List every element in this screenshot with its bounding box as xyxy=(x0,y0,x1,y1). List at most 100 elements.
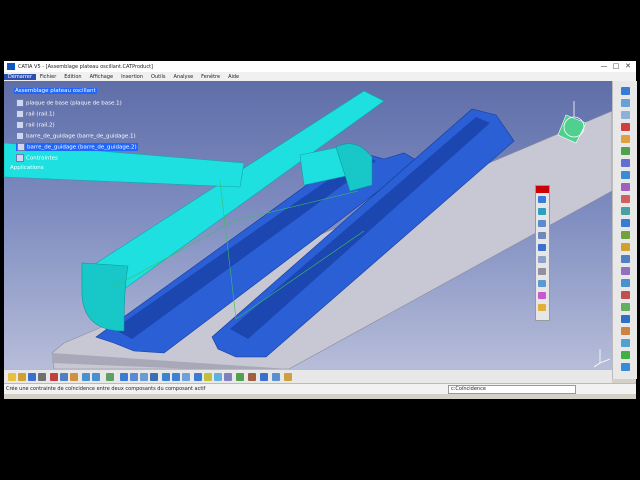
fly-mode-icon[interactable] xyxy=(120,373,128,381)
zoom-in-icon[interactable] xyxy=(162,373,170,381)
pan-icon[interactable] xyxy=(140,373,148,381)
3d-viewport[interactable]: Assemblage plateau oscillant plaque de b… xyxy=(4,81,612,369)
tree-root[interactable]: Assemblage plateau oscillant xyxy=(14,88,97,94)
new-file-icon[interactable] xyxy=(8,373,16,381)
assembly-scene[interactable] xyxy=(4,81,612,369)
status-message: Crée une contrainte de coïncidence entre… xyxy=(6,386,206,392)
angle-constraint-icon[interactable] xyxy=(538,232,546,239)
rotate-icon[interactable] xyxy=(150,373,158,381)
tree-item-applications[interactable]: Applications xyxy=(10,165,44,171)
hide-show-icon[interactable] xyxy=(214,373,222,381)
scene-icon[interactable] xyxy=(621,255,630,263)
part-icon xyxy=(16,110,24,118)
part-icon xyxy=(16,132,24,140)
print-icon[interactable] xyxy=(38,373,46,381)
maximize-button[interactable]: □ xyxy=(610,61,622,72)
view-icon[interactable] xyxy=(621,339,630,347)
menu-edition[interactable]: Edition xyxy=(60,74,85,80)
tree-item-barre-guidage-2[interactable]: barre_de_guidage (barre_de_guidage.2) xyxy=(16,143,138,151)
fit-all-icon[interactable] xyxy=(130,373,138,381)
snap-icon[interactable] xyxy=(621,171,630,179)
section-icon[interactable] xyxy=(621,219,630,227)
window-title: CATIA V5 - [Assemblage plateau oscillant… xyxy=(18,63,154,70)
menu-outils[interactable]: Outils xyxy=(147,74,169,80)
menu-fichier[interactable]: Fichier xyxy=(36,74,60,80)
apply-material-icon[interactable] xyxy=(621,351,630,359)
product-icon[interactable] xyxy=(621,87,630,95)
replace-component-icon[interactable] xyxy=(621,135,630,143)
open-file-icon[interactable] xyxy=(18,373,26,381)
quick-constraint-icon[interactable] xyxy=(538,268,546,275)
clash-icon[interactable] xyxy=(621,195,630,203)
part-icon xyxy=(17,143,25,151)
axis-triad-icon xyxy=(593,349,611,368)
graph-tree-icon[interactable] xyxy=(621,147,630,155)
tree-item-rail-1[interactable]: rail (rail.1) xyxy=(16,110,55,118)
tree-item-rail-2[interactable]: rail (rail.2) xyxy=(16,121,55,129)
zoom-out-icon[interactable] xyxy=(172,373,180,381)
flexible-rigid-icon[interactable] xyxy=(538,280,546,287)
measure-between-icon[interactable] xyxy=(272,373,280,381)
minimize-button[interactable]: — xyxy=(598,61,610,72)
update-icon[interactable] xyxy=(621,303,630,311)
undo-icon[interactable] xyxy=(82,373,90,381)
guide-bar-1-end xyxy=(81,262,129,332)
explode-icon[interactable] xyxy=(621,183,630,191)
swap-space-icon[interactable] xyxy=(224,373,232,381)
tree-item-contraintes[interactable]: Contraintes xyxy=(16,154,58,162)
manipulation-icon[interactable] xyxy=(621,159,630,167)
bom-icon[interactable] xyxy=(621,291,630,299)
menu-aide[interactable]: Aide xyxy=(224,74,243,80)
sketch-icon[interactable] xyxy=(621,231,630,239)
catia-logo-icon xyxy=(7,63,15,70)
render-style-icon[interactable] xyxy=(621,327,630,335)
part-insert-icon[interactable] xyxy=(621,99,630,107)
tree-item-plaque-base[interactable]: plaque de base (plaque de base.1) xyxy=(16,99,122,107)
existing-component-icon[interactable] xyxy=(621,123,630,131)
shading-icon[interactable] xyxy=(204,373,212,381)
bottom-toolbar xyxy=(4,369,612,384)
copy-icon[interactable] xyxy=(60,373,68,381)
toolbar-close-icon[interactable] xyxy=(536,186,549,193)
paste-icon[interactable] xyxy=(70,373,78,381)
assembly-constraints-toolbar xyxy=(535,185,550,321)
constraints-icon xyxy=(16,154,24,162)
render-icon[interactable] xyxy=(621,315,630,323)
normal-view-icon[interactable] xyxy=(182,373,190,381)
catalog-browser-icon[interactable] xyxy=(260,373,268,381)
part-icon xyxy=(16,121,24,129)
offset-constraint-icon[interactable] xyxy=(538,220,546,227)
apply-material-icon[interactable] xyxy=(284,373,292,381)
menu-affichage[interactable]: Affichage xyxy=(86,74,118,80)
formula-icon[interactable] xyxy=(248,373,256,381)
fix-together-icon[interactable] xyxy=(538,256,546,263)
iso-view-icon[interactable] xyxy=(194,373,202,381)
contact-constraint-icon[interactable] xyxy=(538,208,546,215)
right-toolbar xyxy=(612,81,637,379)
tree-item-barre-guidage-1[interactable]: barre_de_guidage (barre_de_guidage.1) xyxy=(16,132,136,140)
catia-window: CATIA V5 - [Assemblage plateau oscillant… xyxy=(4,61,637,399)
coincidence-constraint-icon[interactable] xyxy=(538,196,546,203)
part-icon xyxy=(16,99,24,107)
cut-icon[interactable] xyxy=(50,373,58,381)
update-all-icon[interactable] xyxy=(236,373,244,381)
reuse-pattern-icon[interactable] xyxy=(538,304,546,311)
component-icon[interactable] xyxy=(621,111,630,119)
save-icon[interactable] xyxy=(28,373,36,381)
annotation-icon[interactable] xyxy=(621,243,630,251)
menu-insertion[interactable]: Insertion xyxy=(117,74,147,80)
publication-icon[interactable] xyxy=(621,267,630,275)
command-input[interactable]: c:Coïncidence xyxy=(448,385,576,394)
measure-icon[interactable] xyxy=(621,207,630,215)
close-button[interactable]: ✕ xyxy=(622,61,634,72)
redo-icon[interactable] xyxy=(92,373,100,381)
menu-demarrer[interactable]: Démarrer xyxy=(4,73,36,80)
change-constraint-icon[interactable] xyxy=(538,292,546,299)
catalog-icon[interactable] xyxy=(621,279,630,287)
fix-component-icon[interactable] xyxy=(538,244,546,251)
status-bar: Crée une contrainte de coïncidence entre… xyxy=(4,383,636,394)
menu-fenetre[interactable]: Fenêtre xyxy=(197,74,224,80)
knowledge-icon[interactable] xyxy=(621,363,630,371)
menu-analyse[interactable]: Analyse xyxy=(169,74,197,80)
whats-this-icon[interactable] xyxy=(106,373,114,381)
